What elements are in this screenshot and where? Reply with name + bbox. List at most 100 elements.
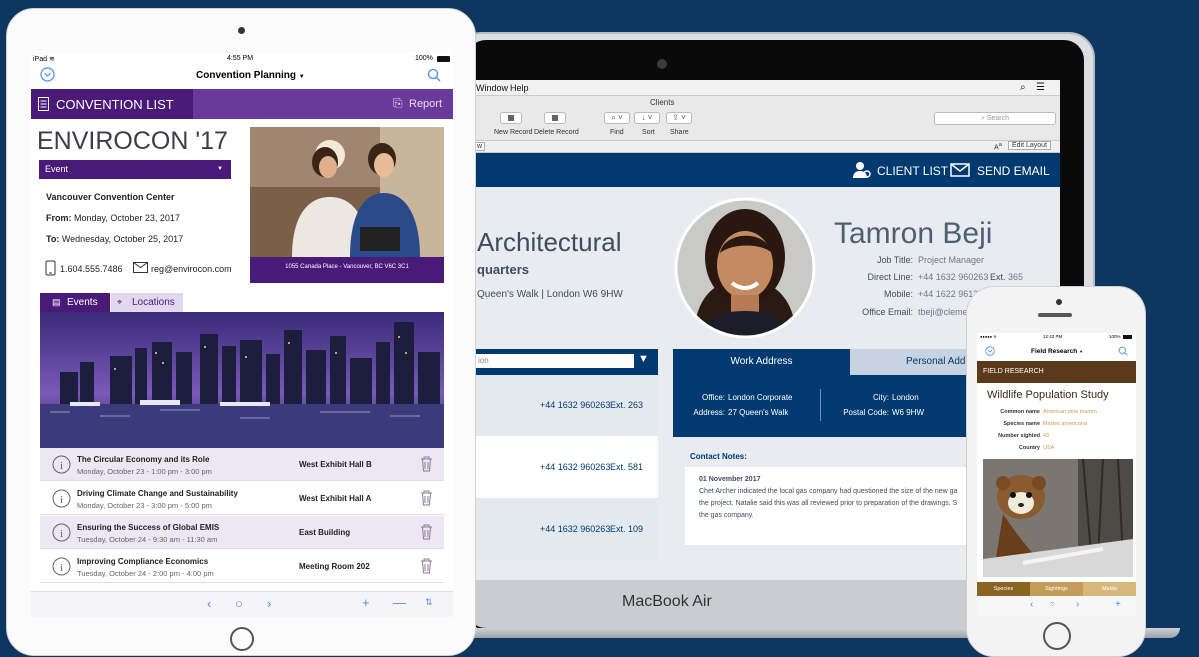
tab-events[interactable]: ▤ Events bbox=[40, 293, 110, 312]
layout-bar: w Aa Edit Layout bbox=[472, 141, 1060, 153]
trash-icon[interactable] bbox=[420, 456, 433, 472]
ipad-camera bbox=[238, 27, 245, 34]
search-icon[interactable] bbox=[1118, 346, 1128, 356]
session-title: Ensuring the Success of Global EMIS bbox=[77, 523, 220, 532]
spotlight-icon[interactable]: ⌕ bbox=[1020, 82, 1026, 93]
search-placeholder: Search bbox=[986, 115, 1010, 122]
next-icon[interactable]: › bbox=[1076, 599, 1079, 610]
refresh-icon[interactable]: ○ bbox=[235, 596, 243, 611]
minus-icon[interactable]: — bbox=[393, 595, 406, 610]
client-list-button[interactable]: CLIENT LIST bbox=[852, 160, 962, 180]
ipad-home-button[interactable] bbox=[230, 627, 254, 651]
convention-list-banner[interactable]: CONVENTION LIST bbox=[31, 89, 193, 119]
next-icon[interactable]: › bbox=[267, 596, 271, 611]
info-icon[interactable]: i bbox=[52, 455, 71, 474]
tab-locations[interactable]: ⌖ Locations bbox=[111, 293, 183, 312]
city-skyline-photo bbox=[40, 312, 444, 448]
field-value: American pine marten bbox=[1043, 409, 1097, 415]
ipad-nav-title[interactable]: Convention Planning ▼ bbox=[196, 70, 305, 81]
delete-record-button[interactable] bbox=[544, 112, 566, 124]
info-icon[interactable]: i bbox=[52, 557, 71, 576]
trash-icon[interactable] bbox=[420, 558, 433, 574]
chevron-down-icon[interactable]: ▼ bbox=[638, 353, 649, 365]
contact-row[interactable]: +44 1632 960263 Ext. 581 bbox=[472, 436, 658, 498]
send-email-label: SEND EMAIL bbox=[977, 164, 1050, 178]
iphone-bottom-toolbar: ‹ ○ › + bbox=[977, 596, 1136, 616]
sort-icon[interactable]: ↓ ˅ bbox=[634, 112, 660, 124]
session-time: Tuesday, October 24 - 9:30 am - 11:30 am bbox=[77, 535, 218, 544]
chevron-down-circle-icon[interactable] bbox=[985, 346, 995, 356]
session-title: Driving Climate Change and Sustainabilit… bbox=[77, 489, 238, 498]
field-label: Species name bbox=[1003, 421, 1040, 427]
menu-window[interactable]: Window bbox=[476, 83, 508, 93]
tab-work-address[interactable]: Work Address bbox=[673, 349, 850, 375]
event-phone[interactable]: 1.604.555.7486 bbox=[60, 264, 123, 274]
share-icon[interactable]: ⇪ ˅ bbox=[666, 112, 692, 124]
tab-media[interactable]: Media bbox=[1083, 582, 1136, 596]
field-research-banner[interactable]: FIELD RESEARCH bbox=[977, 361, 1136, 383]
job-title-value: Project Manager bbox=[918, 255, 985, 265]
add-icon[interactable]: + bbox=[1115, 599, 1121, 610]
tab-species[interactable]: Species bbox=[977, 582, 1030, 596]
tab-events-label: Events bbox=[67, 297, 98, 308]
report-button[interactable]: ⎘ Report bbox=[391, 96, 451, 114]
new-record-button[interactable] bbox=[500, 112, 522, 124]
filter-dropdown[interactable]: ion bbox=[476, 354, 634, 368]
event-email[interactable]: reg@envirocon.com bbox=[151, 264, 232, 274]
table-row[interactable]: i Driving Climate Change and Sustainabil… bbox=[40, 482, 444, 515]
menu-list-icon[interactable]: ☰ bbox=[1036, 82, 1045, 93]
contact-ext: Ext. 263 bbox=[610, 400, 644, 410]
city-label: City: bbox=[873, 393, 889, 402]
session-title: The Circular Economy and its Role bbox=[77, 455, 210, 464]
trash-icon[interactable] bbox=[420, 490, 433, 506]
field-label: Country bbox=[1018, 445, 1040, 451]
info-icon[interactable]: i bbox=[52, 489, 71, 508]
table-row[interactable]: i Improving Compliance Economics Tuesday… bbox=[40, 550, 444, 583]
iphone-time: 12:43 PM bbox=[1043, 334, 1063, 339]
envelope-icon bbox=[133, 262, 148, 273]
search-icon[interactable] bbox=[427, 68, 441, 82]
session-time: Tuesday, October 24 - 2:00 pm - 4:00 pm bbox=[77, 569, 214, 578]
session-room: West Exhibit Hall A bbox=[299, 494, 372, 503]
to-label: To: bbox=[46, 234, 60, 244]
job-title-label: Job Title: bbox=[876, 255, 913, 265]
event-type-select[interactable]: Event ▼ bbox=[39, 160, 231, 179]
sort-icon[interactable]: ⇅ bbox=[425, 597, 433, 608]
office-value: London Corporate bbox=[728, 393, 793, 402]
filter-bar: ion ▼ bbox=[472, 349, 658, 375]
from-date: From: Monday, October 23, 2017 bbox=[46, 213, 180, 223]
previous-icon[interactable]: ‹ bbox=[207, 596, 211, 611]
signal-icon: ●●●●● ≋ bbox=[980, 334, 997, 339]
trash-icon[interactable] bbox=[420, 524, 433, 540]
toolbar: Clients New Record Delete Record ⌕ ˅ ↓ ˅… bbox=[472, 96, 1060, 141]
search-input[interactable]: ⌕ Search bbox=[934, 112, 1056, 125]
table-row[interactable]: i Ensuring the Success of Global EMIS Tu… bbox=[40, 516, 444, 549]
notes-line: the project. Natalie said this was all r… bbox=[699, 500, 958, 507]
divider bbox=[820, 389, 821, 421]
client-list-icon bbox=[853, 162, 871, 178]
font-size-icon[interactable]: Aa bbox=[994, 142, 1002, 151]
table-row[interactable]: i The Circular Economy and its Role Mond… bbox=[40, 448, 444, 481]
contact-row[interactable]: +44 1632 960263 Ext. 109 bbox=[472, 498, 658, 560]
iphone-nav-title[interactable]: Field Research ▼ bbox=[1031, 348, 1083, 355]
person-name: Tamron Beji bbox=[834, 217, 993, 250]
chevron-down-circle-icon[interactable] bbox=[40, 67, 55, 82]
iphone-home-button[interactable] bbox=[1043, 622, 1071, 650]
add-icon[interactable]: + bbox=[362, 595, 370, 610]
company-subtitle: quarters bbox=[477, 262, 530, 277]
report-bar: ⎘ Report bbox=[193, 89, 453, 119]
tab-sightings[interactable]: Sightings bbox=[1030, 582, 1083, 596]
find-icon[interactable]: ⌕ ˅ bbox=[604, 112, 630, 124]
notes-line: the gas company. bbox=[699, 512, 754, 519]
contact-row[interactable]: +44 1632 960263 Ext. 263 bbox=[472, 375, 658, 436]
field-value: 43 bbox=[1043, 433, 1050, 439]
iphone-screen: ●●●●● ≋ 12:43 PM 100% Field Research ▼ F… bbox=[977, 333, 1136, 616]
info-icon[interactable]: i bbox=[52, 523, 71, 542]
notes-title: Contact Notes: bbox=[690, 452, 747, 461]
refresh-icon[interactable]: ○ bbox=[1050, 599, 1055, 608]
previous-icon[interactable]: ‹ bbox=[1030, 599, 1033, 610]
edit-layout-button[interactable]: Edit Layout bbox=[1008, 141, 1052, 150]
send-email-button[interactable]: SEND EMAIL bbox=[950, 160, 1058, 180]
menu-help[interactable]: Help bbox=[510, 83, 529, 93]
company-address: Queen's Walk | London W6 9HW bbox=[477, 289, 623, 300]
